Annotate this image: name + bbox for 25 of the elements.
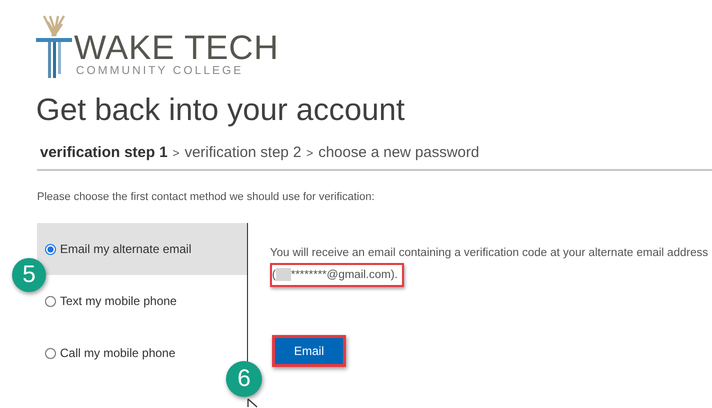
mouse-cursor-icon (247, 398, 259, 408)
breadcrumb-separator: > (172, 146, 180, 160)
step-number-badge: 6 (226, 361, 262, 397)
radio-button[interactable] (45, 296, 56, 306)
masked-address: ********@gmail.com). (290, 269, 398, 281)
email-button[interactable]: Email (275, 338, 343, 364)
address-paren: ( (272, 269, 276, 281)
option-label: Email my alternate email (60, 242, 192, 256)
description-text: You will receive an email containing a verification code at your alternate email address (270, 247, 708, 259)
redaction-block (276, 268, 291, 282)
logo-subtitle: COMMUNITY COLLEGE (76, 64, 244, 78)
breadcrumb-separator: > (306, 146, 314, 160)
radio-button[interactable] (45, 244, 56, 254)
radio-button[interactable] (45, 348, 56, 358)
step-label: verification step 1 (40, 144, 168, 161)
instruction-text: Please choose the first contact method we should use for verification: (37, 191, 376, 203)
torch-logo-icon (36, 14, 72, 78)
step-label: verification step 2 (184, 144, 302, 161)
option-label: Text my mobile phone (60, 294, 177, 308)
logo-wordmark: WAKE TECH (74, 32, 279, 64)
option-label: Call my mobile phone (60, 346, 176, 360)
step-number-badge: 5 (12, 258, 46, 292)
step-label: choose a new password (318, 144, 480, 161)
page-title: Get back into your account (36, 91, 406, 129)
contact-option[interactable]: Email my alternate email (37, 223, 247, 275)
